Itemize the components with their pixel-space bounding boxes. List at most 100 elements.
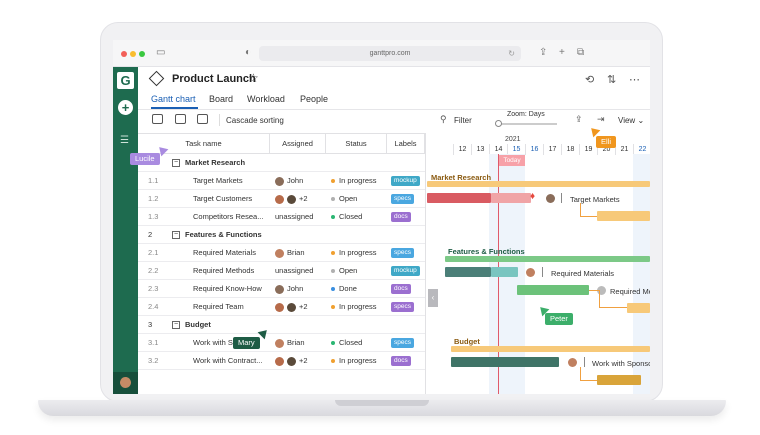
label-badge[interactable]: docs [391, 284, 411, 294]
status-cell[interactable]: In progress [331, 352, 387, 370]
assigned-cell[interactable]: Brian [275, 334, 325, 352]
assigned-cell[interactable]: Brian [275, 244, 325, 262]
filter-button[interactable]: Filter [454, 116, 472, 125]
hamburger-menu-icon[interactable]: ☰ [120, 135, 129, 146]
maximize-window-button[interactable] [139, 51, 145, 57]
assigned-cell[interactable]: John [275, 172, 325, 190]
column-status[interactable]: Status [326, 134, 387, 154]
label-badge[interactable]: specs [391, 194, 414, 204]
status-cell[interactable]: Closed [331, 334, 387, 352]
label-badge[interactable]: specs [391, 302, 414, 312]
task-name[interactable]: Required Materials [193, 244, 268, 262]
task-row[interactable]: 2.1 Required Materials Brian In progress spe… [138, 244, 425, 262]
assigned-cell[interactable]: unassigned [275, 262, 325, 280]
column-labels[interactable]: Labels [387, 134, 425, 154]
history-icon[interactable]: ⟲ [585, 73, 594, 86]
close-window-button[interactable] [121, 51, 127, 57]
label-badge[interactable]: mockup [391, 266, 420, 276]
features-summary-bar[interactable] [445, 256, 650, 262]
required-team-bar[interactable] [627, 303, 650, 313]
label-badge[interactable]: docs [391, 212, 411, 222]
status-cell[interactable]: Open [331, 262, 387, 280]
assigned-cell[interactable]: John [275, 280, 325, 298]
task-name[interactable]: Required Methods [193, 262, 268, 280]
work-with-contractors-bar[interactable] [597, 375, 641, 385]
collapse-toggle-icon[interactable]: − [172, 159, 180, 167]
task-row[interactable]: 2.3 Required Know-How John Done docs [138, 280, 425, 298]
status-cell[interactable]: In progress [331, 244, 387, 262]
required-materials-progress[interactable] [491, 267, 518, 277]
tabs-overview-icon[interactable]: ⧉ [577, 47, 584, 59]
work-with-sponsors-bar[interactable] [451, 357, 559, 367]
calendar-icon[interactable] [175, 114, 186, 124]
task-row[interactable]: 3.1 Work with Sponsors Brian Closed specs [138, 334, 425, 352]
assigned-cell[interactable]: +2 [275, 298, 325, 316]
reload-icon[interactable]: ↻ [508, 46, 515, 61]
minimize-window-button[interactable] [130, 51, 136, 57]
group-name[interactable]: Budget [185, 316, 211, 334]
address-bar[interactable]: ganttpro.com ↻ [259, 46, 521, 61]
status-cell[interactable]: Open [331, 190, 387, 208]
task-row[interactable]: 2.2 Required Methods unassigned Open mockup [138, 262, 425, 280]
status-cell[interactable]: In progress [331, 172, 387, 190]
target-customers-bar[interactable] [597, 211, 650, 221]
task-row[interactable]: 1.1 Target Markets John In progress mockup [138, 172, 425, 190]
status-cell[interactable]: Done [331, 280, 387, 298]
task-list-icon[interactable] [152, 114, 163, 124]
view-dropdown[interactable]: View ⌄ [618, 116, 644, 125]
required-materials-bar[interactable] [445, 267, 491, 277]
tab-board[interactable]: Board [209, 94, 233, 104]
tab-people[interactable]: People [300, 94, 328, 104]
user-avatar[interactable] [120, 377, 131, 388]
outline-icon[interactable] [197, 114, 208, 124]
sidebar-toggle-icon[interactable]: ▭ [156, 47, 165, 59]
more-options-icon[interactable]: ⋯ [629, 73, 640, 86]
assigned-cell[interactable]: unassigned [275, 208, 325, 226]
task-row[interactable]: 3.2 Work with Contract... +2 In progress doc… [138, 352, 425, 370]
group-row[interactable]: 2 − Features & Functions [138, 226, 425, 244]
task-row[interactable]: 2.4 Required Team +2 In progress specs [138, 298, 425, 316]
share-icon[interactable]: ⇪ [575, 114, 583, 125]
collapse-grid-handle[interactable]: ‹ [428, 289, 438, 307]
new-tab-icon[interactable]: + [559, 47, 565, 59]
filter-icon[interactable]: ⚲ [440, 114, 447, 125]
assigned-cell[interactable]: +2 [275, 352, 325, 370]
share-page-icon[interactable]: ⇪ [539, 47, 547, 59]
label-badge[interactable]: specs [391, 248, 414, 258]
group-name[interactable]: Features & Functions [185, 226, 262, 244]
settings-sliders-icon[interactable]: ⇅ [607, 73, 616, 86]
label-badge[interactable]: docs [391, 356, 411, 366]
tab-gantt-chart[interactable]: Gantt chart [151, 94, 196, 104]
required-methods-bar[interactable] [517, 285, 589, 295]
assigned-cell[interactable]: +2 [275, 190, 325, 208]
zoom-slider-handle[interactable] [495, 120, 502, 127]
ganttpro-logo[interactable]: G [117, 72, 134, 89]
status-cell[interactable]: In progress [331, 298, 387, 316]
task-name[interactable]: Required Know-How [193, 280, 268, 298]
group-row[interactable]: 3 − Budget [138, 316, 425, 334]
cascade-sorting-button[interactable]: Cascade sorting [226, 116, 284, 125]
column-assigned[interactable]: Assigned [270, 134, 326, 154]
task-row[interactable]: 1.3 Competitors Resea... unassigned Closed d… [138, 208, 425, 226]
label-badge[interactable]: mockup [391, 176, 420, 186]
task-name[interactable]: Target Markets [193, 172, 268, 190]
target-markets-bar[interactable] [427, 193, 491, 203]
collapse-toggle-icon[interactable]: − [172, 321, 180, 329]
group-row[interactable]: 1−Market Research [138, 154, 425, 172]
budget-summary-bar[interactable] [451, 346, 650, 352]
task-name[interactable]: Target Customers [193, 190, 268, 208]
favorite-star-icon[interactable]: ☆ [248, 71, 259, 85]
collapse-toggle-icon[interactable]: − [172, 231, 180, 239]
export-icon[interactable]: ⇥ [597, 114, 605, 125]
task-row[interactable]: 1.2 Target Customers +2 Open specs [138, 190, 425, 208]
task-name[interactable]: Work with Contract... [193, 352, 268, 370]
add-project-button[interactable]: + [118, 100, 133, 115]
task-name[interactable]: Required Team [193, 298, 268, 316]
target-markets-progress[interactable] [491, 193, 531, 203]
status-cell[interactable]: Closed [331, 208, 387, 226]
zoom-slider[interactable] [497, 123, 557, 125]
task-name[interactable]: Competitors Resea... [193, 208, 268, 226]
group-name[interactable]: Market Research [185, 154, 245, 172]
tab-workload[interactable]: Workload [247, 94, 285, 104]
label-badge[interactable]: specs [391, 338, 414, 348]
